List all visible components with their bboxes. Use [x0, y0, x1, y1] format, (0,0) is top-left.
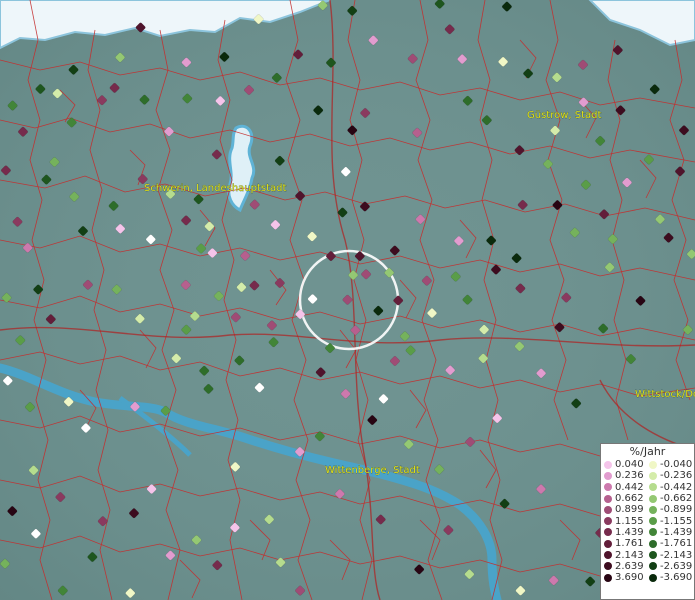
legend-label: -1.155 [660, 515, 693, 527]
legend-entry: 0.899 [604, 504, 649, 515]
legend-entry: -0.236 [649, 470, 694, 481]
legend-label: -2.639 [660, 560, 693, 572]
legend-swatch [604, 517, 612, 526]
legend-entry: 2.143 [604, 549, 649, 561]
legend-negative-column: -0.040 -0.236 -0.442 -0.662 -0.899 -1.155 -1.4… [649, 459, 694, 583]
legend-label: 0.040 [615, 459, 644, 471]
legend-swatch [604, 528, 612, 537]
legend-entry: 1.761 [604, 538, 649, 549]
legend-label: -1.761 [660, 538, 693, 550]
legend-label: -2.143 [660, 549, 693, 561]
legend-label: -0.236 [660, 470, 693, 482]
legend-entry: 2.639 [604, 561, 649, 572]
legend-swatch [604, 573, 612, 582]
city-label: Wittenberge, Stadt [325, 465, 420, 476]
legend-swatch [649, 528, 657, 537]
legend-entry: -0.442 [649, 482, 694, 493]
legend-label: 1.155 [615, 515, 644, 527]
legend-swatch [649, 539, 657, 548]
legend-label: 3.690 [615, 572, 644, 584]
legend-entry: -1.439 [649, 527, 694, 538]
legend-swatch [604, 562, 612, 571]
legend-label: -0.040 [660, 459, 693, 471]
legend-label: -0.899 [660, 504, 693, 516]
legend-entry: 1.439 [604, 527, 649, 538]
legend-label: 1.439 [615, 526, 644, 538]
legend-entry: 3.690 [604, 572, 649, 583]
legend-swatch [604, 483, 612, 492]
legend-label: 0.662 [615, 493, 644, 505]
legend-label: 2.143 [615, 549, 644, 561]
legend-entry: -0.662 [649, 493, 694, 504]
legend-label: 0.899 [615, 504, 644, 516]
legend-entry: -0.899 [649, 504, 694, 515]
legend-label: 2.639 [615, 560, 644, 572]
legend-label: -0.662 [660, 493, 693, 505]
legend-entry: -2.639 [649, 561, 694, 572]
legend-swatch [649, 483, 657, 492]
legend-label: 1.761 [615, 538, 644, 550]
legend-swatch [604, 460, 612, 469]
legend-label: 0.442 [615, 481, 644, 493]
legend-swatch [649, 494, 657, 503]
legend-swatch [649, 517, 657, 526]
legend-title: %/Jahr [629, 445, 666, 458]
legend-entry: -1.761 [649, 538, 694, 549]
legend-label: 0.236 [615, 470, 644, 482]
legend-entry: 0.442 [604, 482, 649, 493]
legend-swatch [649, 551, 657, 560]
legend-positive-column: 0.040 0.236 0.442 0.662 0.899 1.155 1.439 1.761… [604, 459, 649, 583]
legend-entry: 0.236 [604, 470, 649, 481]
legend-entry: -3.690 [649, 572, 694, 583]
map-canvas[interactable]: Güstrow, Stadt Schwerin, Landeshauptstad… [0, 0, 695, 600]
legend-label: -0.442 [660, 481, 693, 493]
legend-label: -1.439 [660, 526, 693, 538]
legend-entry: 0.040 [604, 459, 649, 470]
legend-entry: 0.662 [604, 493, 649, 504]
legend-entry: -0.040 [649, 459, 694, 470]
legend-swatch [649, 471, 657, 480]
legend-swatch [649, 505, 657, 514]
legend-swatch [604, 494, 612, 503]
legend-entry: -1.155 [649, 515, 694, 527]
legend: %/Jahr 0.040 0.236 0.442 0.662 0.899 1.155 1.4… [600, 443, 695, 600]
legend-swatch [604, 539, 612, 548]
legend-swatch [649, 573, 657, 582]
city-label: Wittstock/Do [635, 389, 695, 400]
legend-swatch [649, 562, 657, 571]
city-label: Schwerin, Landeshauptstadt [144, 183, 287, 194]
legend-swatch [604, 551, 612, 560]
legend-swatch [604, 505, 612, 514]
legend-label: -3.690 [660, 572, 693, 584]
legend-swatch [604, 471, 612, 480]
city-label: Güstrow, Stadt [527, 110, 602, 121]
legend-entry: -2.143 [649, 549, 694, 561]
legend-entry: 1.155 [604, 515, 649, 527]
legend-swatch [649, 460, 657, 469]
